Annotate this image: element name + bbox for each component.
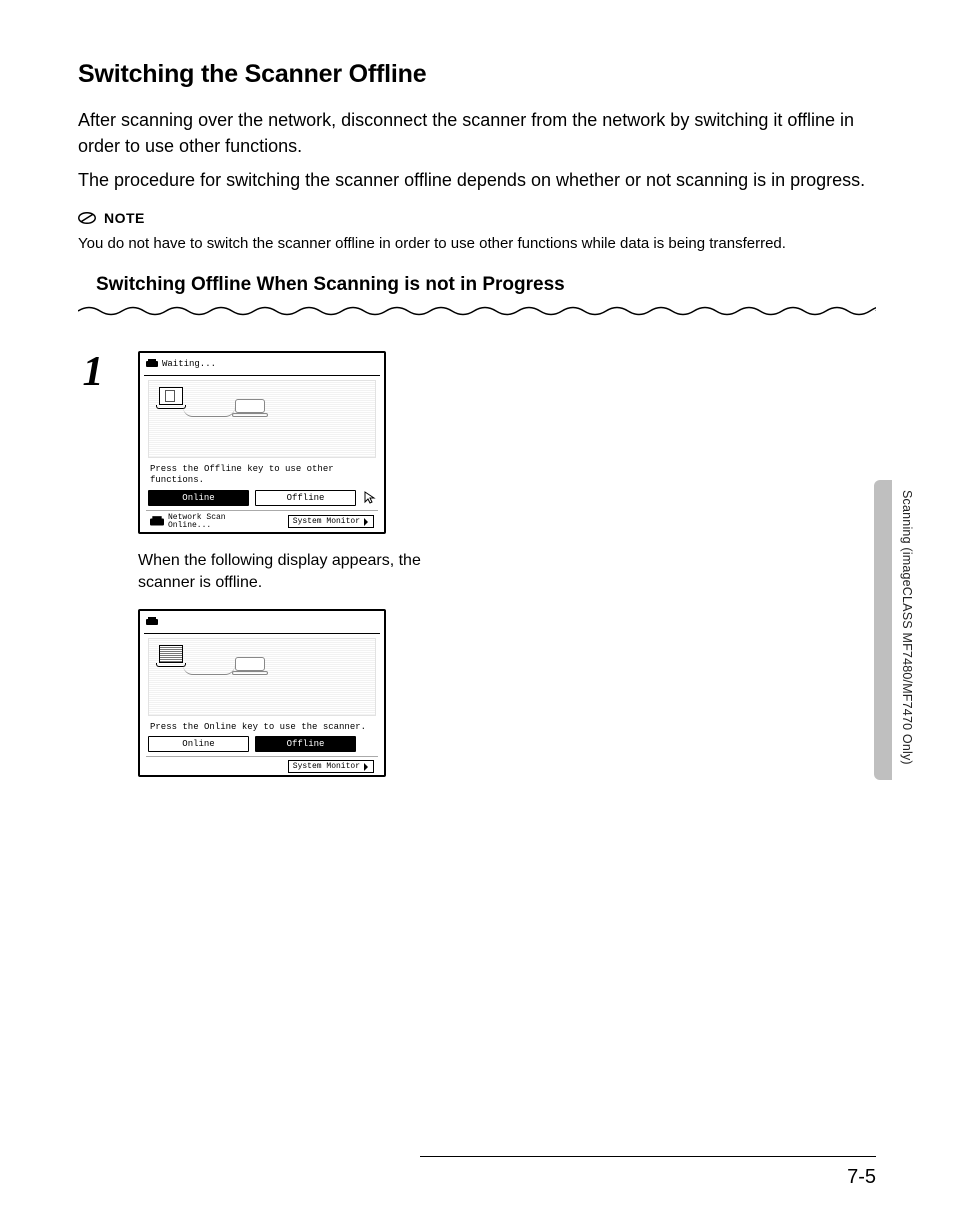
subsection-heading: Switching Offline When Scanning is not i… [96,274,876,296]
panel-header [144,615,380,631]
chapter-side-label: Scanning (imageCLASS MF7480/MF7470 Only) [900,490,914,765]
intro-paragraph-1: After scanning over the network, disconn… [78,107,876,159]
chevron-right-icon [363,518,369,526]
section-heading: Switching the Scanner Offline [78,60,876,89]
panel-header: Waiting... [144,357,380,373]
note-header: NOTE [78,209,876,227]
note-label: NOTE [104,210,145,226]
footer-line2: Online... [168,522,226,530]
scanner-icon [146,617,158,627]
panel-footer-status: Network Scan Online... [150,514,226,530]
chevron-right-icon [363,763,369,771]
panel-instruction: Press the Offline key to use other funct… [144,462,380,490]
online-button[interactable]: Online [148,490,249,506]
lcd-panel-offline: Press the Online key to use the scanner.… [138,609,386,778]
panel-illustration [148,380,376,458]
footer-rule [420,1156,876,1157]
offline-button[interactable]: Offline [255,490,356,506]
step-caption: When the following display appears, the … [138,550,448,595]
scanner-icon [146,359,158,369]
chapter-side-tab [874,480,892,780]
lcd-panel-waiting: Waiting... Press the Offline key to use … [138,351,386,534]
panel-illustration [148,638,376,716]
note-icon [78,209,96,227]
system-monitor-label: System Monitor [293,762,360,771]
system-monitor-button[interactable]: System Monitor [288,760,374,773]
document-page: Switching the Scanner Offline After scan… [0,0,954,1227]
intro-paragraph-2: The procedure for switching the scanner … [78,167,876,193]
panel-instruction: Press the Online key to use the scanner. [144,720,380,737]
cursor-icon [364,491,376,505]
online-button[interactable]: Online [148,736,249,752]
page-number: 7-5 [847,1166,876,1189]
step-1: 1 Waiting... Press the Offline key to us… [78,351,876,544]
note-text: You do not have to switch the scanner of… [78,233,876,254]
panel-title: Waiting... [162,359,216,369]
wave-divider [78,304,876,318]
system-monitor-button[interactable]: System Monitor [288,515,374,528]
step-number: 1 [78,351,108,393]
system-monitor-label: System Monitor [293,517,360,526]
offline-button[interactable]: Offline [255,736,356,752]
scanner-icon [150,516,164,528]
